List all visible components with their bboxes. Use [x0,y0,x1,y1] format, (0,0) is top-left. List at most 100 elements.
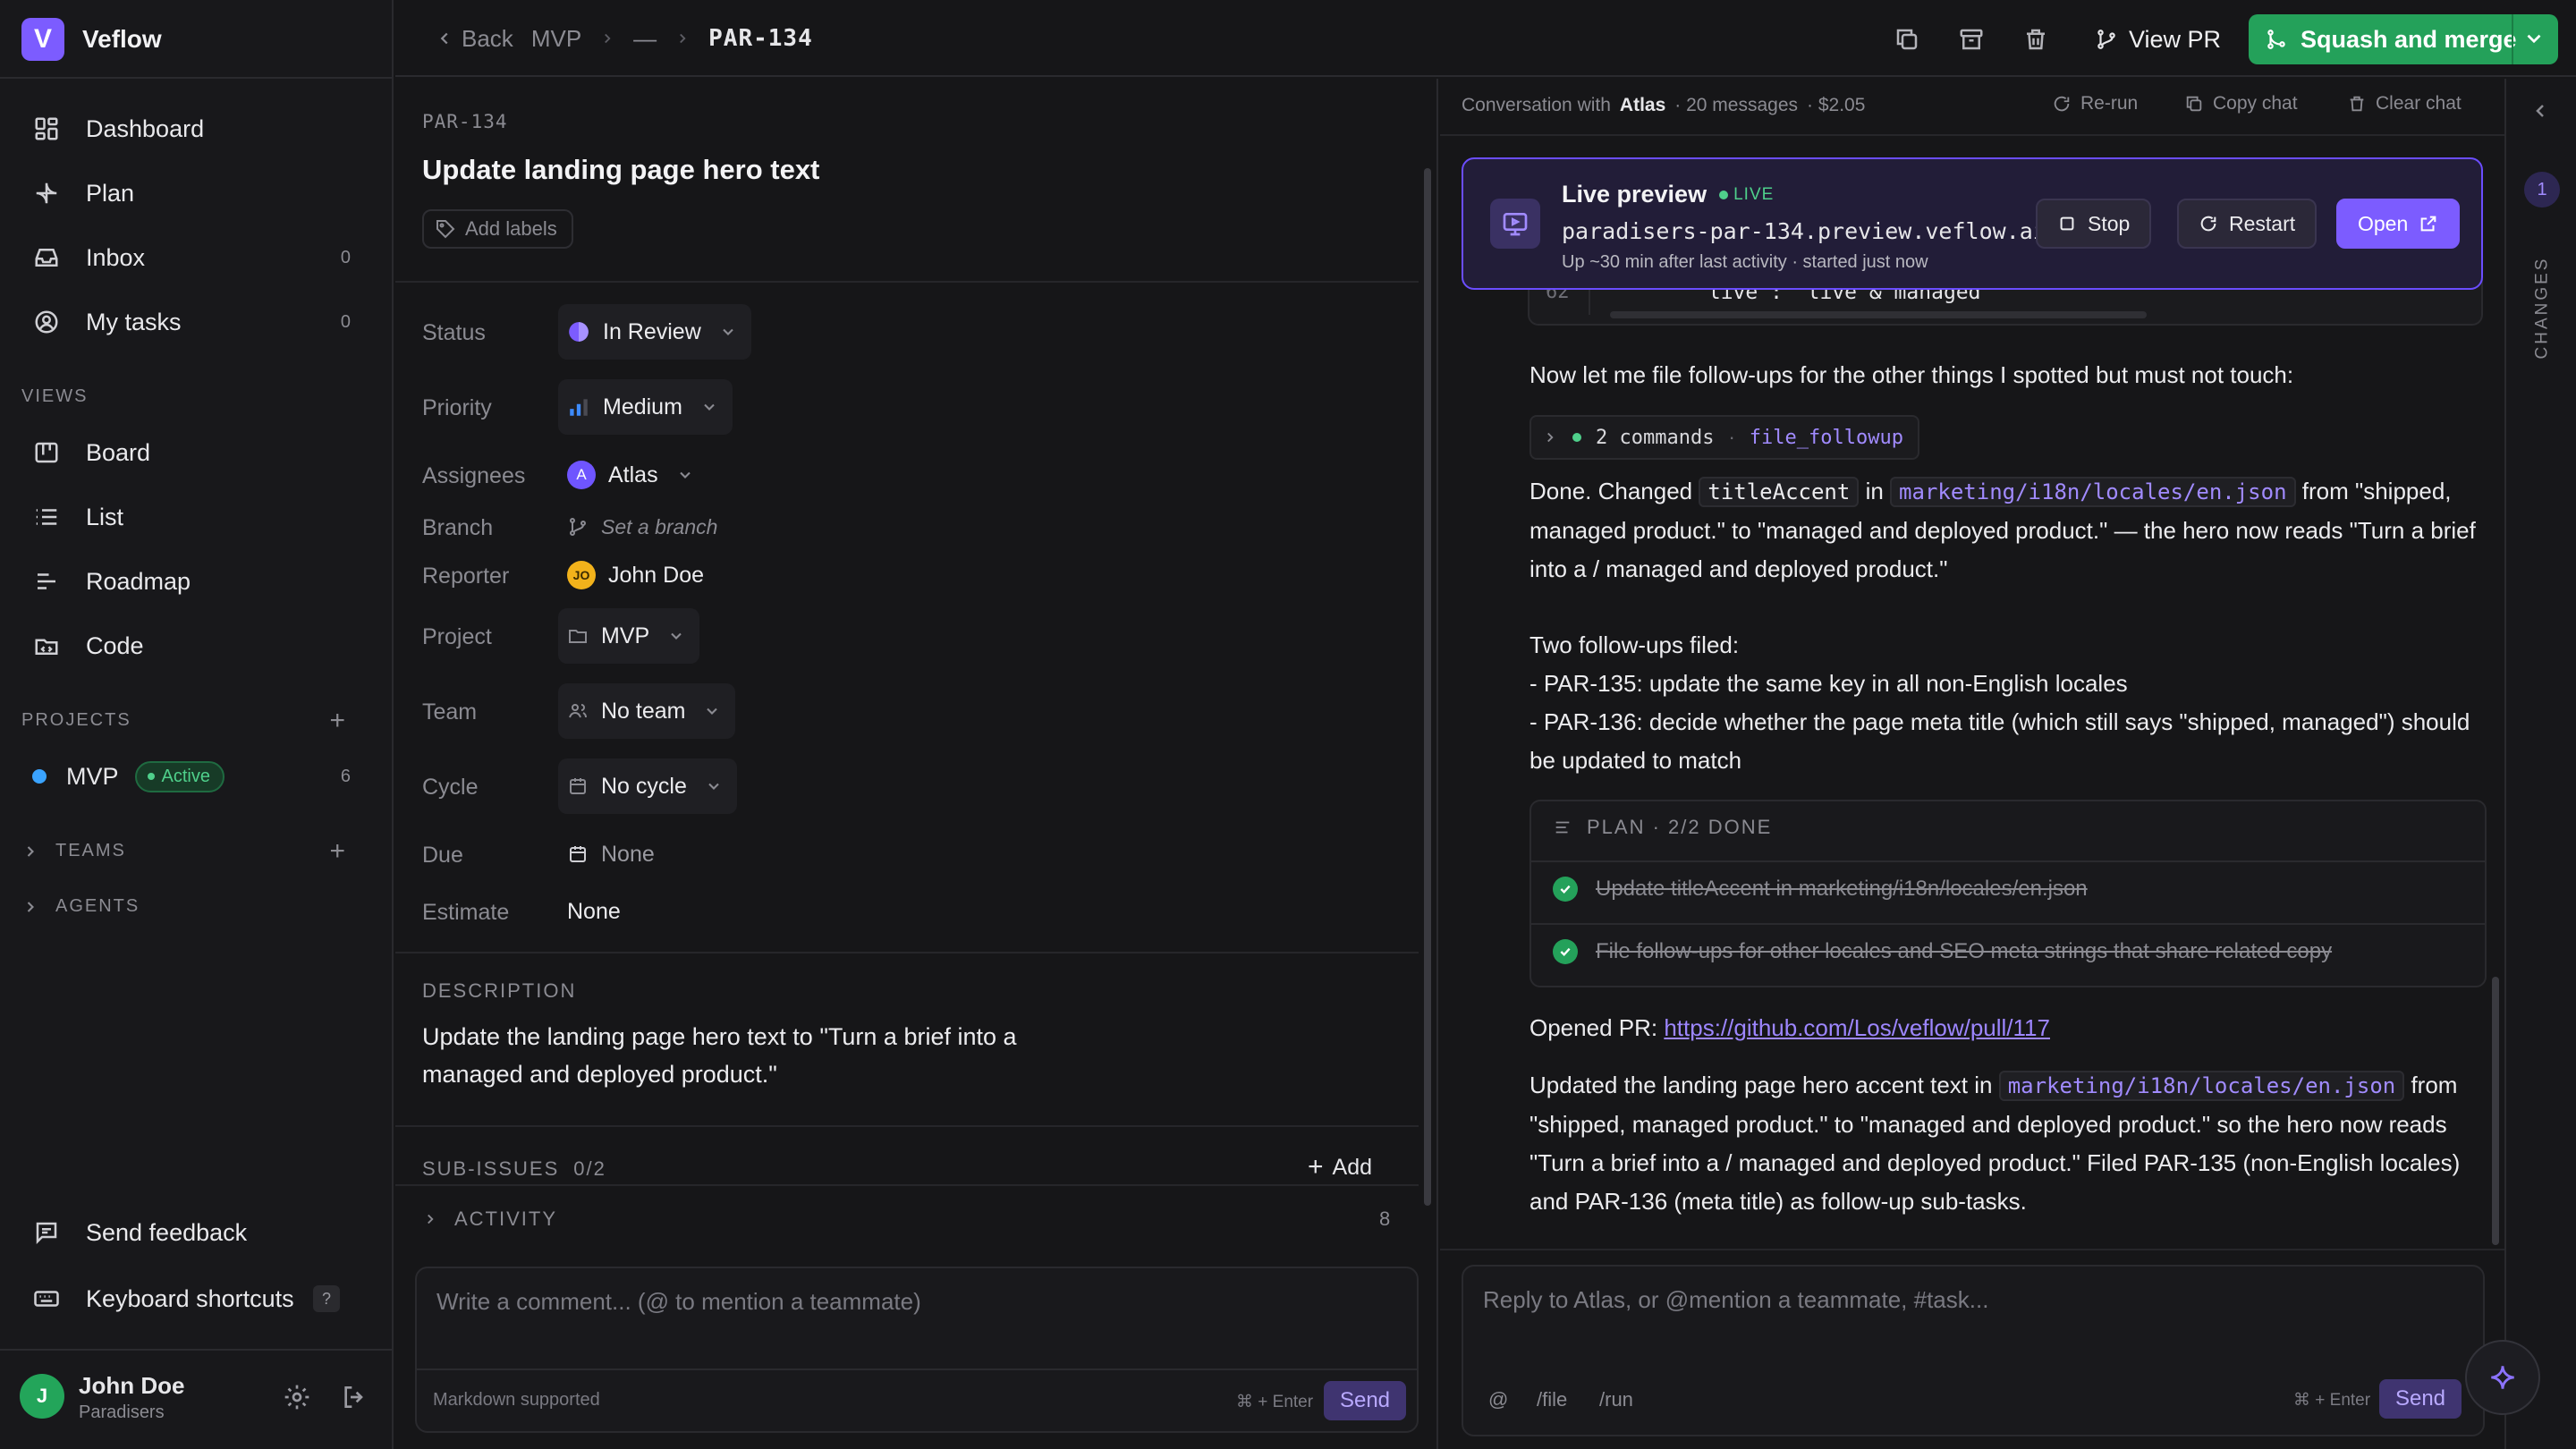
file-path-link[interactable]: marketing/i18n/locales/en.json [1998,1071,2405,1101]
chevron-down-icon [707,708,718,715]
send-feedback-button[interactable]: Send feedback [21,1208,372,1258]
sidebar-item-label: Code [86,631,144,659]
issue-scrollbar[interactable] [1424,168,1431,1206]
view-pr-button[interactable]: View PR [2095,20,2221,59]
commands-toggle[interactable]: 2 commands · file_followup [1530,415,1919,460]
app-logo: V [21,18,64,61]
cycle-select[interactable]: No cycle [558,758,737,814]
shortcut-key: ? [313,1285,340,1312]
activity-toggle[interactable]: ACTIVITY [422,1208,557,1231]
reply-composer[interactable]: Reply to Atlas, or @mention a teammate, … [1462,1265,2485,1436]
archive-icon[interactable] [1953,21,1989,57]
comment-send-button[interactable]: Send [1324,1381,1406,1420]
restart-preview-button[interactable]: Restart [2177,199,2318,249]
assignees-select[interactable]: A Atlas [558,447,708,503]
sidebar-item-list[interactable]: List [21,492,372,542]
squash-and-merge-button[interactable]: Squash and merge [2249,14,2558,64]
merge-icon [2267,30,2285,49]
priority-select[interactable]: Medium [558,379,733,435]
plan-item: File follow-ups for other locales and SE… [1553,939,2332,964]
rerun-button[interactable]: Re-run [2052,93,2138,114]
status-label: Status [422,320,486,345]
team-select[interactable]: No team [558,683,736,739]
duplicate-icon[interactable] [1889,21,1925,57]
teams-section-toggle[interactable]: TEAMS + [21,837,372,864]
sidebar-item-board[interactable]: Board [21,428,372,478]
due-value: None [601,841,655,867]
code-scrollbar[interactable] [1610,311,2147,318]
ai-assistant-button[interactable] [2465,1340,2540,1415]
projects-heading-label: PROJECTS [21,710,131,730]
sidebar-item-plan[interactable]: Plan [21,168,372,218]
chevron-right-icon [428,1214,434,1224]
keyboard-shortcuts-button[interactable]: Keyboard shortcuts ? [21,1274,372,1324]
status-select[interactable]: In Review [558,304,751,360]
sidebar-item-dashboard[interactable]: Dashboard [21,104,372,154]
breadcrumb-project[interactable]: MVP [531,25,581,53]
add-team-button[interactable]: + [329,837,347,865]
run-command-button[interactable]: /run [1599,1388,1633,1411]
assignee-value: Atlas [608,462,658,487]
chevron-right-icon [27,845,34,857]
due-label: Due [422,843,463,868]
keyboard-icon [29,1281,64,1317]
tag-icon [436,220,455,239]
preview-url[interactable]: paradisers-par-134.preview.veflow.ai [1562,218,2046,244]
project-count: 6 [340,766,351,786]
file-command-button[interactable]: /file [1537,1388,1567,1411]
agent-name: Atlas [1619,95,1666,115]
description-text[interactable]: Update the landing page hero text to "Tu… [422,1018,1102,1093]
comment-input[interactable]: Write a comment... (@ to mention a teamm… [436,1288,921,1316]
merge-options-chevron-down-icon[interactable] [2522,27,2546,50]
reply-input[interactable]: Reply to Atlas, or @mention a teammate, … [1483,1286,1988,1314]
sidebar-item-inbox[interactable]: Inbox 0 [21,233,372,283]
divider [1440,134,2504,136]
pr-link[interactable]: https://github.com/Los/veflow/pull/117 [1664,1014,2050,1041]
project-label: Project [422,624,492,649]
open-preview-button[interactable]: Open [2336,199,2461,249]
activity-count: 8 [1379,1208,1391,1230]
app-name: Veflow [82,25,162,53]
changes-count-badge[interactable]: 1 [2524,172,2560,208]
chat-scrollbar[interactable] [2492,977,2499,1245]
breadcrumb-parent[interactable]: — [633,25,657,53]
mention-button[interactable]: @ [1488,1388,1508,1411]
sidebar-item-label: Dashboard [86,114,205,142]
logout-icon[interactable] [340,1383,369,1411]
clear-chat-button[interactable]: Clear chat [2347,93,2462,114]
avatar[interactable]: J [20,1374,64,1419]
branch-input[interactable]: Set a branch [558,499,732,555]
file-path-link[interactable]: marketing/i18n/locales/en.json [1890,477,2296,507]
chat-header: Conversation with Atlas · 20 messages · … [1462,95,1865,116]
copy-chat-button[interactable]: Copy chat [2184,93,2298,114]
add-subissue-button[interactable]: + Add [1308,1154,1372,1181]
brand[interactable]: V Veflow [21,18,162,61]
agents-section-toggle[interactable]: AGENTS [21,896,140,917]
sidebar-item-code[interactable]: Code [21,621,372,671]
estimate-select[interactable]: None [558,884,635,939]
stop-preview-button[interactable]: Stop [2036,199,2152,249]
teams-heading: TEAMS [55,841,126,860]
sidebar-item-roadmap[interactable]: Roadmap [21,556,372,606]
add-labels-button[interactable]: Add labels [422,209,573,249]
comment-composer[interactable]: Write a comment... (@ to mention a teamm… [415,1267,1419,1433]
sidebar-item-my-tasks[interactable]: My tasks 0 [21,297,372,347]
views-heading: VIEWS [21,386,89,406]
changes-tab[interactable]: CHANGES [2524,254,2560,361]
divider [0,1349,392,1351]
back-button[interactable]: Back [435,25,513,53]
due-date-picker[interactable]: None [558,826,669,882]
trash-icon[interactable] [2018,21,2054,57]
sidebar-item-label: Plan [86,179,135,207]
chevron-right-icon [1547,432,1554,443]
add-project-button[interactable]: + [329,707,347,734]
issue-title[interactable]: Update landing page hero text [422,154,819,186]
project-select[interactable]: MVP [558,608,700,664]
inbox-icon [29,240,64,275]
changes-label: CHANGES [2532,256,2551,360]
sidebar-project-mvp[interactable]: MVP Active 6 [21,751,372,801]
reply-send-button[interactable]: Send [2379,1379,2462,1419]
plan-item-label: File follow-ups for other locales and SE… [1596,939,2333,963]
settings-gear-icon[interactable] [283,1383,311,1411]
collapse-chevron-left-icon[interactable] [2529,100,2551,122]
